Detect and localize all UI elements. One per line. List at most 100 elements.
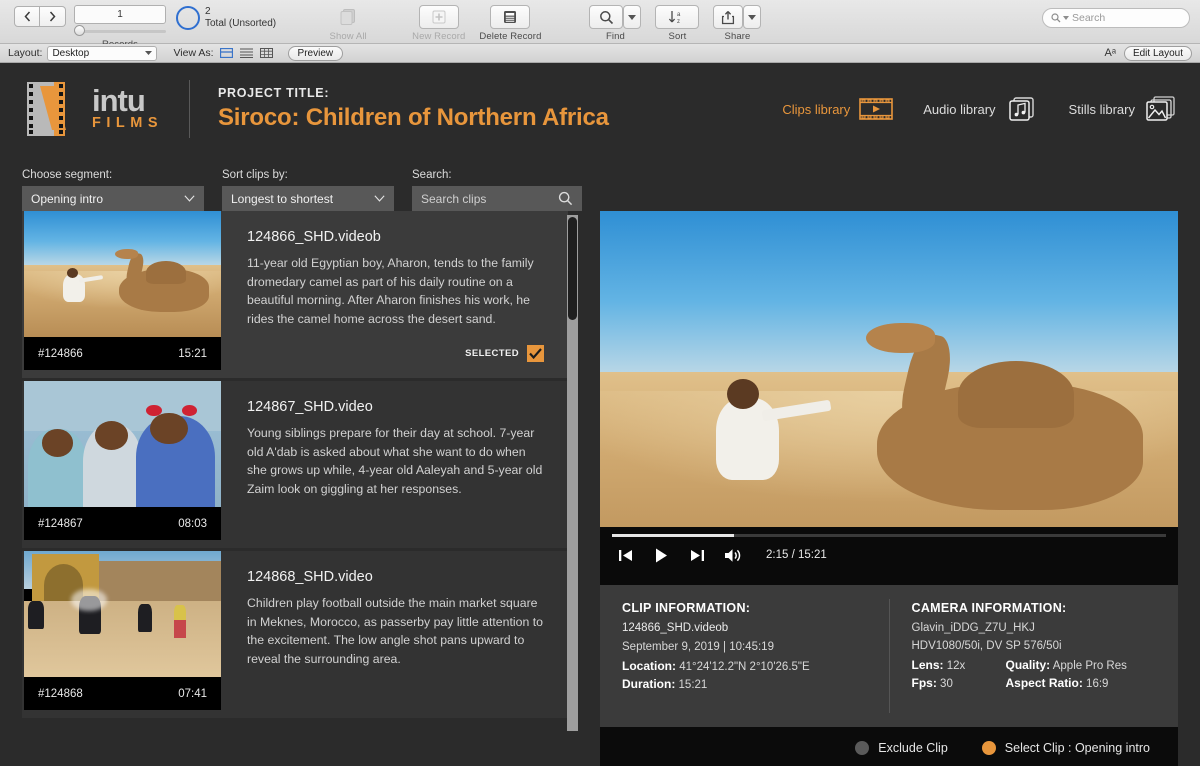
search-clips-placeholder: Search clips xyxy=(421,191,487,206)
chevron-down-icon xyxy=(374,195,385,202)
text-size-icon[interactable]: Aᵃ xyxy=(1105,47,1116,59)
preview-panel: 2:15 / 15:21 CLIP INFORMATION: 124866_SH… xyxy=(600,211,1178,766)
exclude-clip-radio[interactable] xyxy=(855,740,870,755)
clip-list-item[interactable]: #124867 08:03 124867_SHD.video Young sib… xyxy=(22,381,568,548)
select-clip-option[interactable]: Select Clip : Opening intro xyxy=(981,740,1150,755)
clip-list-item[interactable]: #124868 07:41 124868_SHD.video Children … xyxy=(22,551,568,718)
aspect-ratio-label: Aspect Ratio: xyxy=(1005,676,1083,690)
find-dropdown-button[interactable] xyxy=(623,5,642,29)
delete-record-group[interactable]: Delete Record xyxy=(479,0,541,42)
library-tab-stills[interactable]: Stills library xyxy=(1069,95,1178,123)
svg-text:z: z xyxy=(677,19,680,25)
clip-thumbnail[interactable]: #124866 15:21 xyxy=(24,211,221,370)
clip-id: #124867 xyxy=(38,517,83,530)
clip-list-scrollbar-thumb[interactable] xyxy=(568,217,577,320)
sort-select[interactable]: Longest to shortest xyxy=(222,186,394,211)
layout-bar-right: Aᵃ Edit Layout xyxy=(1105,45,1192,61)
clip-thumbnail-image xyxy=(24,381,221,507)
clip-thumbnail[interactable]: #124868 07:41 xyxy=(24,551,221,710)
volume-button[interactable] xyxy=(724,547,742,563)
view-as-table-icon[interactable] xyxy=(260,48,274,59)
search-clips-input[interactable]: Search clips xyxy=(412,186,582,211)
camera-format: HDV1080/50i, DV SP 576/50i xyxy=(911,640,1062,652)
segment-select[interactable]: Opening intro xyxy=(22,186,204,211)
record-slider-knob[interactable] xyxy=(74,25,85,36)
video-player[interactable]: 2:15 / 15:21 xyxy=(600,211,1178,585)
exclude-clip-option[interactable]: Exclude Clip xyxy=(855,740,948,755)
record-number-field[interactable]: 1 xyxy=(74,5,166,24)
selected-checkbox[interactable] xyxy=(527,345,544,362)
sort-icon[interactable]: a z xyxy=(655,5,700,29)
camera-aspect-ratio: Aspect Ratio: 16:9 xyxy=(1006,676,1109,690)
filter-bar: Choose segment: Opening intro Sort clips… xyxy=(0,155,1200,211)
share-group[interactable]: Share xyxy=(713,0,762,42)
music-note-cards-icon xyxy=(1005,95,1039,123)
os-toolbar: 1 Records 2 Total (Unsorted) Show All xyxy=(0,0,1200,50)
previous-record-button[interactable] xyxy=(14,6,40,27)
clip-filename: 124867_SHD.video xyxy=(247,399,373,415)
clip-list-panel: #124866 15:21 124866_SHD.videob 11-year … xyxy=(22,211,578,766)
show-all-icon[interactable] xyxy=(328,5,368,29)
sort-value: Longest to shortest xyxy=(231,191,334,206)
photo-cards-icon xyxy=(1144,95,1178,123)
next-record-button[interactable] xyxy=(40,6,66,27)
library-tab-clips[interactable]: Clips library xyxy=(782,95,894,123)
preview-button[interactable]: Preview xyxy=(287,45,344,61)
clip-thumbnail-image xyxy=(24,551,221,677)
clip-information-heading: CLIP INFORMATION: xyxy=(622,601,751,615)
os-search-placeholder: Search xyxy=(1072,12,1106,24)
clip-selected-badge[interactable]: SELECTED xyxy=(465,345,544,362)
camera-row-lens-quality: Lens: 12x Quality: Apple Pro Res xyxy=(912,658,1179,676)
select-clip-radio[interactable] xyxy=(981,740,996,755)
edit-layout-button[interactable]: Edit Layout xyxy=(1123,45,1192,61)
segment-value: Opening intro xyxy=(31,191,104,206)
previous-button[interactable] xyxy=(616,547,634,563)
clip-details: 124868_SHD.video Children play football … xyxy=(221,551,568,718)
delete-record-icon[interactable] xyxy=(490,5,531,29)
location-label: Location: xyxy=(622,659,676,673)
share-icon[interactable] xyxy=(713,5,744,29)
view-as-form-icon[interactable] xyxy=(220,48,234,59)
find-icon[interactable] xyxy=(589,5,624,29)
view-as-list-icon[interactable] xyxy=(240,48,254,59)
record-slider[interactable] xyxy=(74,25,166,37)
clip-description: Young siblings prepare for their day at … xyxy=(247,426,543,497)
camera-fps: Fps: 30 xyxy=(912,676,1006,690)
show-all-group[interactable]: Show All xyxy=(328,0,368,42)
new-record-icon[interactable] xyxy=(418,5,459,29)
view-as-label: View As: xyxy=(173,47,214,59)
clip-list-scrollbar[interactable] xyxy=(567,215,578,731)
lens-value: 12x xyxy=(946,660,966,672)
play-button[interactable] xyxy=(652,547,670,563)
chevron-down-icon xyxy=(145,51,153,55)
delete-record-label: Delete Record xyxy=(479,31,542,42)
share-dropdown-button[interactable] xyxy=(743,5,762,29)
find-label: Find xyxy=(606,31,625,42)
share-label: Share xyxy=(724,31,751,42)
os-search-field[interactable]: Search xyxy=(1042,8,1190,28)
next-button[interactable] xyxy=(688,547,706,563)
duration-value: 15:21 xyxy=(678,679,708,691)
find-group[interactable]: Find xyxy=(589,0,642,42)
page-title: Siroco: Children of Northern Africa xyxy=(218,104,609,131)
clip-duration: 07:41 xyxy=(178,687,207,700)
clip-description: 11-year old Egyptian boy, Aharon, tends … xyxy=(247,256,534,327)
selected-label: SELECTED xyxy=(465,348,519,359)
new-record-label: New Record xyxy=(412,31,466,42)
clip-thumbnail[interactable]: #124867 08:03 xyxy=(24,381,221,540)
pie-progress-icon xyxy=(176,6,200,30)
clip-action-bar: Exclude Clip Select Clip : Opening intro xyxy=(600,727,1178,766)
clip-list-item[interactable]: #124866 15:21 124866_SHD.videob 11-year … xyxy=(22,211,568,378)
new-record-group[interactable]: New Record xyxy=(412,0,465,42)
library-tab-audio[interactable]: Audio library xyxy=(923,95,1038,123)
clip-thumbnail-meta: #124867 08:03 xyxy=(24,507,221,540)
camera-lens: Lens: 12x xyxy=(912,658,1006,672)
player-progress-track[interactable] xyxy=(612,534,1166,537)
quality-label: Quality: xyxy=(1005,658,1051,672)
total-records-box: 2 Total (Unsorted) xyxy=(205,6,276,29)
clip-filename: 124868_SHD.video xyxy=(247,569,373,585)
sort-group[interactable]: a z Sort xyxy=(655,0,700,42)
information-panel: CLIP INFORMATION: 124866_SHD.videob Sept… xyxy=(600,585,1178,727)
checkmark-icon xyxy=(529,348,542,359)
layout-select[interactable]: Desktop xyxy=(47,45,158,61)
